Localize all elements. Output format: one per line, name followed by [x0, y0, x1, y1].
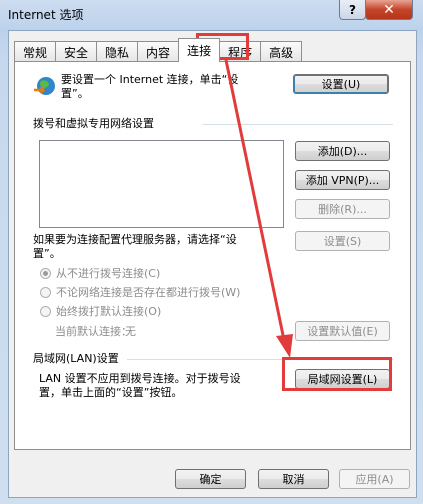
annotation-arrow	[224, 59, 293, 358]
dialog-window: Internet 选项 ? ✕ 常规 安全 隐私 内容 连接 程序 高级 要设置…	[0, 0, 423, 504]
tab-connections[interactable]: 连接	[178, 38, 221, 62]
